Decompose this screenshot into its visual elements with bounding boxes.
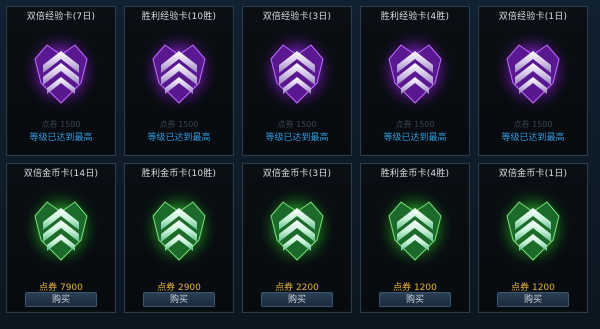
gold-card[interactable]: 胜利金币卡(4胜) 点券 1200 购买 xyxy=(360,163,470,313)
gold-card[interactable]: 双倍金币卡(3日) 点券 2200 购买 xyxy=(242,163,352,313)
purple-chevron-rank-badge-icon xyxy=(139,25,219,113)
card-title: 胜利金币卡(10胜) xyxy=(141,169,217,179)
green-chevron-rank-badge-icon xyxy=(375,182,455,270)
card-title: 双倍金币卡(14日) xyxy=(23,169,99,179)
purple-chevron-rank-badge-icon xyxy=(375,25,455,113)
card-title: 双倍经验卡(1日) xyxy=(498,12,568,22)
card-title: 双倍经验卡(3日) xyxy=(262,12,332,22)
exp-card[interactable]: 双倍经验卡(7日) 点券 1500 等级已达到最高 xyxy=(6,6,116,156)
green-chevron-rank-badge-icon xyxy=(493,182,573,270)
green-chevron-rank-badge-icon xyxy=(257,182,337,270)
card-title: 胜利经验卡(10胜) xyxy=(141,12,217,22)
purple-chevron-rank-badge-icon xyxy=(21,25,101,113)
green-chevron-rank-badge-icon xyxy=(139,182,219,270)
purple-chevron-rank-badge-icon xyxy=(493,25,573,113)
gold-card[interactable]: 双倍金币卡(14日) 点券 7900 购买 xyxy=(6,163,116,313)
card-title: 双倍金币卡(1日) xyxy=(498,169,568,179)
exp-card-row: 双倍经验卡(7日) 点券 1500 等级已达到最高 胜利经验卡(10胜) 点券 … xyxy=(0,6,600,161)
buy-button[interactable]: 购买 xyxy=(497,292,569,307)
max-level-notice: 等级已达到最高 xyxy=(383,133,447,143)
max-level-notice: 等级已达到最高 xyxy=(265,133,329,143)
exp-card[interactable]: 双倍经验卡(3日) 点券 1500 等级已达到最高 xyxy=(242,6,352,156)
max-level-notice: 等级已达到最高 xyxy=(29,133,93,143)
price-label-faded: 点券 1500 xyxy=(277,120,317,129)
card-title: 胜利经验卡(4胜) xyxy=(380,12,450,22)
green-chevron-rank-badge-icon xyxy=(21,182,101,270)
price-label-faded: 点券 1500 xyxy=(159,120,199,129)
buy-button[interactable]: 购买 xyxy=(25,292,97,307)
exp-card[interactable]: 胜利经验卡(4胜) 点券 1500 等级已达到最高 xyxy=(360,6,470,156)
exp-card[interactable]: 双倍经验卡(1日) 点券 1500 等级已达到最高 xyxy=(478,6,588,156)
card-title: 双倍经验卡(7日) xyxy=(26,12,96,22)
gold-card-row: 双倍金币卡(14日) 点券 7900 购买 胜利金币卡(10胜) 点券 2900… xyxy=(0,163,600,318)
buy-button[interactable]: 购买 xyxy=(143,292,215,307)
max-level-notice: 等级已达到最高 xyxy=(501,133,565,143)
buy-button[interactable]: 购买 xyxy=(261,292,333,307)
price-label-faded: 点券 1500 xyxy=(395,120,435,129)
gold-card[interactable]: 胜利金币卡(10胜) 点券 2900 购买 xyxy=(124,163,234,313)
purple-chevron-rank-badge-icon xyxy=(257,25,337,113)
buy-button[interactable]: 购买 xyxy=(379,292,451,307)
card-title: 胜利金币卡(4胜) xyxy=(380,169,450,179)
gold-card[interactable]: 双倍金币卡(1日) 点券 1200 购买 xyxy=(478,163,588,313)
card-title: 双倍金币卡(3日) xyxy=(262,169,332,179)
price-label-faded: 点券 1500 xyxy=(513,120,553,129)
price-label-faded: 点券 1500 xyxy=(41,120,81,129)
max-level-notice: 等级已达到最高 xyxy=(147,133,211,143)
item-store-panel: 双倍经验卡(7日) 点券 1500 等级已达到最高 胜利经验卡(10胜) 点券 … xyxy=(0,0,600,329)
exp-card[interactable]: 胜利经验卡(10胜) 点券 1500 等级已达到最高 xyxy=(124,6,234,156)
